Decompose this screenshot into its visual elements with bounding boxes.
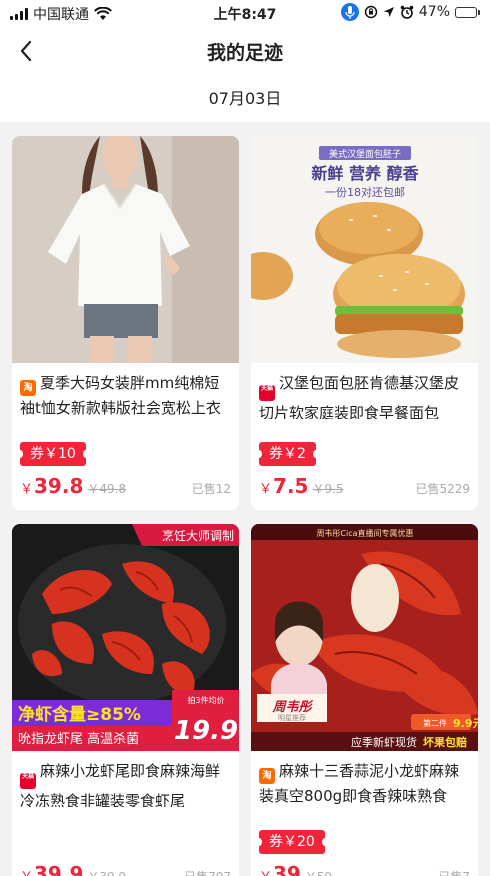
nav-bar: 我的足迹 <box>0 26 490 76</box>
lobster-brand-text: 周韦彤 <box>271 699 313 715</box>
price-line: ￥39 ￥59 已售7 <box>259 862 470 876</box>
price-value: 39 <box>273 862 301 876</box>
product-title-text: 夏季大码女装胖mm纯棉短袖t恤女新款韩版社会宽松上衣 <box>20 374 221 417</box>
price-value: 39.9 <box>34 862 84 876</box>
crayfish-banner-text: 烹饪大师调制 <box>162 528 234 543</box>
product-title: 淘麻辣十三香蒜泥小龙虾麻辣装真空800g即食香辣味熟食 <box>259 759 470 807</box>
lock-rotation-icon <box>364 5 378 19</box>
product-grid: 淘夏季大码女装胖mm纯棉短袖t恤女新款韩版社会宽松上衣 券￥10 ￥39.8 ￥… <box>0 122 490 876</box>
battery-percent: 47% <box>418 4 450 20</box>
currency-symbol: ￥ <box>20 870 33 876</box>
lobster-promo-value-text: 9.9元 <box>453 717 478 730</box>
product-title-text: 麻辣小龙虾尾即食麻辣海鲜冷冻熟食非罐装零食虾尾 <box>20 762 221 807</box>
coupon-badge[interactable]: 券￥2 <box>256 442 319 466</box>
current-price: ￥39.9 <box>20 862 83 876</box>
current-price: ￥39 <box>259 862 301 876</box>
price-value: 39.8 <box>34 474 84 498</box>
burger-headline-text: 新鲜 营养 醇香 <box>311 164 419 183</box>
taobao-icon: 淘 <box>20 380 36 396</box>
currency-symbol: ￥ <box>259 870 272 876</box>
lobster-brand-sub-text: 明星推荐 <box>278 713 306 722</box>
alarm-icon <box>400 5 414 19</box>
product-title: 天猫 麻辣小龙虾尾即食麻辣海鲜冷冻熟食非罐装零食虾尾 <box>20 759 231 807</box>
page-title: 我的足迹 <box>206 42 283 64</box>
product-title: 天猫 汉堡包面包胚肯德基汉堡皮切片软家庭装即食早餐面包 <box>259 371 470 419</box>
price-line: ￥39.9 ￥39.9 已售707 <box>20 862 231 876</box>
original-price: ￥59 <box>305 868 332 876</box>
original-price: ￥39.9 <box>87 868 126 876</box>
product-card[interactable]: 烹饪大师调制 净虾含量≥85% 吮指龙虾尾 高温杀菌 拍3件均价 19.9 天猫… <box>12 524 239 876</box>
taobao-icon: 淘 <box>259 768 275 784</box>
burger-tag-text: 美式汉堡面包胚子 <box>329 148 401 160</box>
original-price: ￥9.5 <box>312 482 344 496</box>
lobster-bottom-badge-text: 坏果包赔 <box>423 735 467 749</box>
currency-symbol: ￥ <box>20 482 34 497</box>
battery-icon <box>455 6 480 18</box>
crayfish-headline-text: 净虾含量≥85% <box>18 704 141 725</box>
crayfish-price-value-text: 19.9 <box>174 716 238 746</box>
date-header: 07月03日 <box>0 76 490 122</box>
price-line: ￥7.5 ￥9.5 已售5229 <box>259 474 470 498</box>
coupon-badge[interactable]: 券￥20 <box>256 830 328 854</box>
lobster-promo-label-text: 第二件 <box>423 718 447 728</box>
lobster-bottom-text: 应季新虾现货 <box>351 735 417 749</box>
burger-sub-text: 一份18对还包邮 <box>325 185 405 199</box>
product-title: 淘夏季大码女装胖mm纯棉短袖t恤女新款韩版社会宽松上衣 <box>20 371 231 419</box>
sold-count: 已售12 <box>191 482 231 496</box>
original-price: ￥49.8 <box>87 482 127 496</box>
tmall-icon: 天猫 <box>20 773 36 789</box>
lobster-photo: 周韦彤Cica直播间专属优惠 周韦彤 明星推荐 第二件 9.9 应季新虾现货 坏… <box>251 524 478 751</box>
price-value: 7.5 <box>273 474 309 498</box>
product-card[interactable]: 淘夏季大码女装胖mm纯棉短袖t恤女新款韩版社会宽松上衣 券￥10 ￥39.8 ￥… <box>12 136 239 510</box>
product-card[interactable]: 周韦彤Cica直播间专属优惠 周韦彤 明星推荐 第二件 9.9 应季新虾现货 坏… <box>251 524 478 876</box>
crayfish-sub-text: 吮指龙虾尾 高温杀菌 <box>18 731 139 747</box>
price-line: ￥39.8 ￥49.8 已售12 <box>20 474 231 498</box>
current-price: ￥39.8 <box>20 474 83 498</box>
sold-count: 已售7 <box>438 868 470 876</box>
currency-symbol: ￥ <box>259 482 273 497</box>
location-icon <box>383 7 394 17</box>
coupon-badge[interactable]: 券￥10 <box>17 442 89 466</box>
lobster-top-text: 周韦彤Cica直播间专属优惠 <box>316 528 413 538</box>
sold-count: 已售5229 <box>415 482 470 496</box>
crayfish-photo: 烹饪大师调制 净虾含量≥85% 吮指龙虾尾 高温杀菌 拍3件均价 19.9 <box>12 524 239 751</box>
product-title-text: 汉堡包面包胚肯德基汉堡皮切片软家庭装即食早餐面包 <box>259 374 460 419</box>
white-tshirt-photo <box>12 136 239 363</box>
tmall-icon: 天猫 <box>259 385 275 401</box>
crayfish-price-tag-text: 拍3件均价 <box>187 695 224 705</box>
status-bar-right: 47% <box>340 3 480 21</box>
product-card[interactable]: 美式汉堡面包胚子 新鲜 营养 醇香 一份18对还包邮 天猫 汉堡包面包胚肯德基汉堡… <box>251 136 478 510</box>
product-title-text: 麻辣十三香蒜泥小龙虾麻辣装真空800g即食香辣味熟食 <box>259 762 460 805</box>
microphone-icon <box>340 3 359 21</box>
burger-photo: 美式汉堡面包胚子 新鲜 营养 醇香 一份18对还包邮 <box>251 136 478 363</box>
status-bar: 中国联通 上午8:47 47% <box>0 0 490 26</box>
current-price: ￥7.5 <box>259 474 308 498</box>
sold-count: 已售707 <box>184 868 231 876</box>
